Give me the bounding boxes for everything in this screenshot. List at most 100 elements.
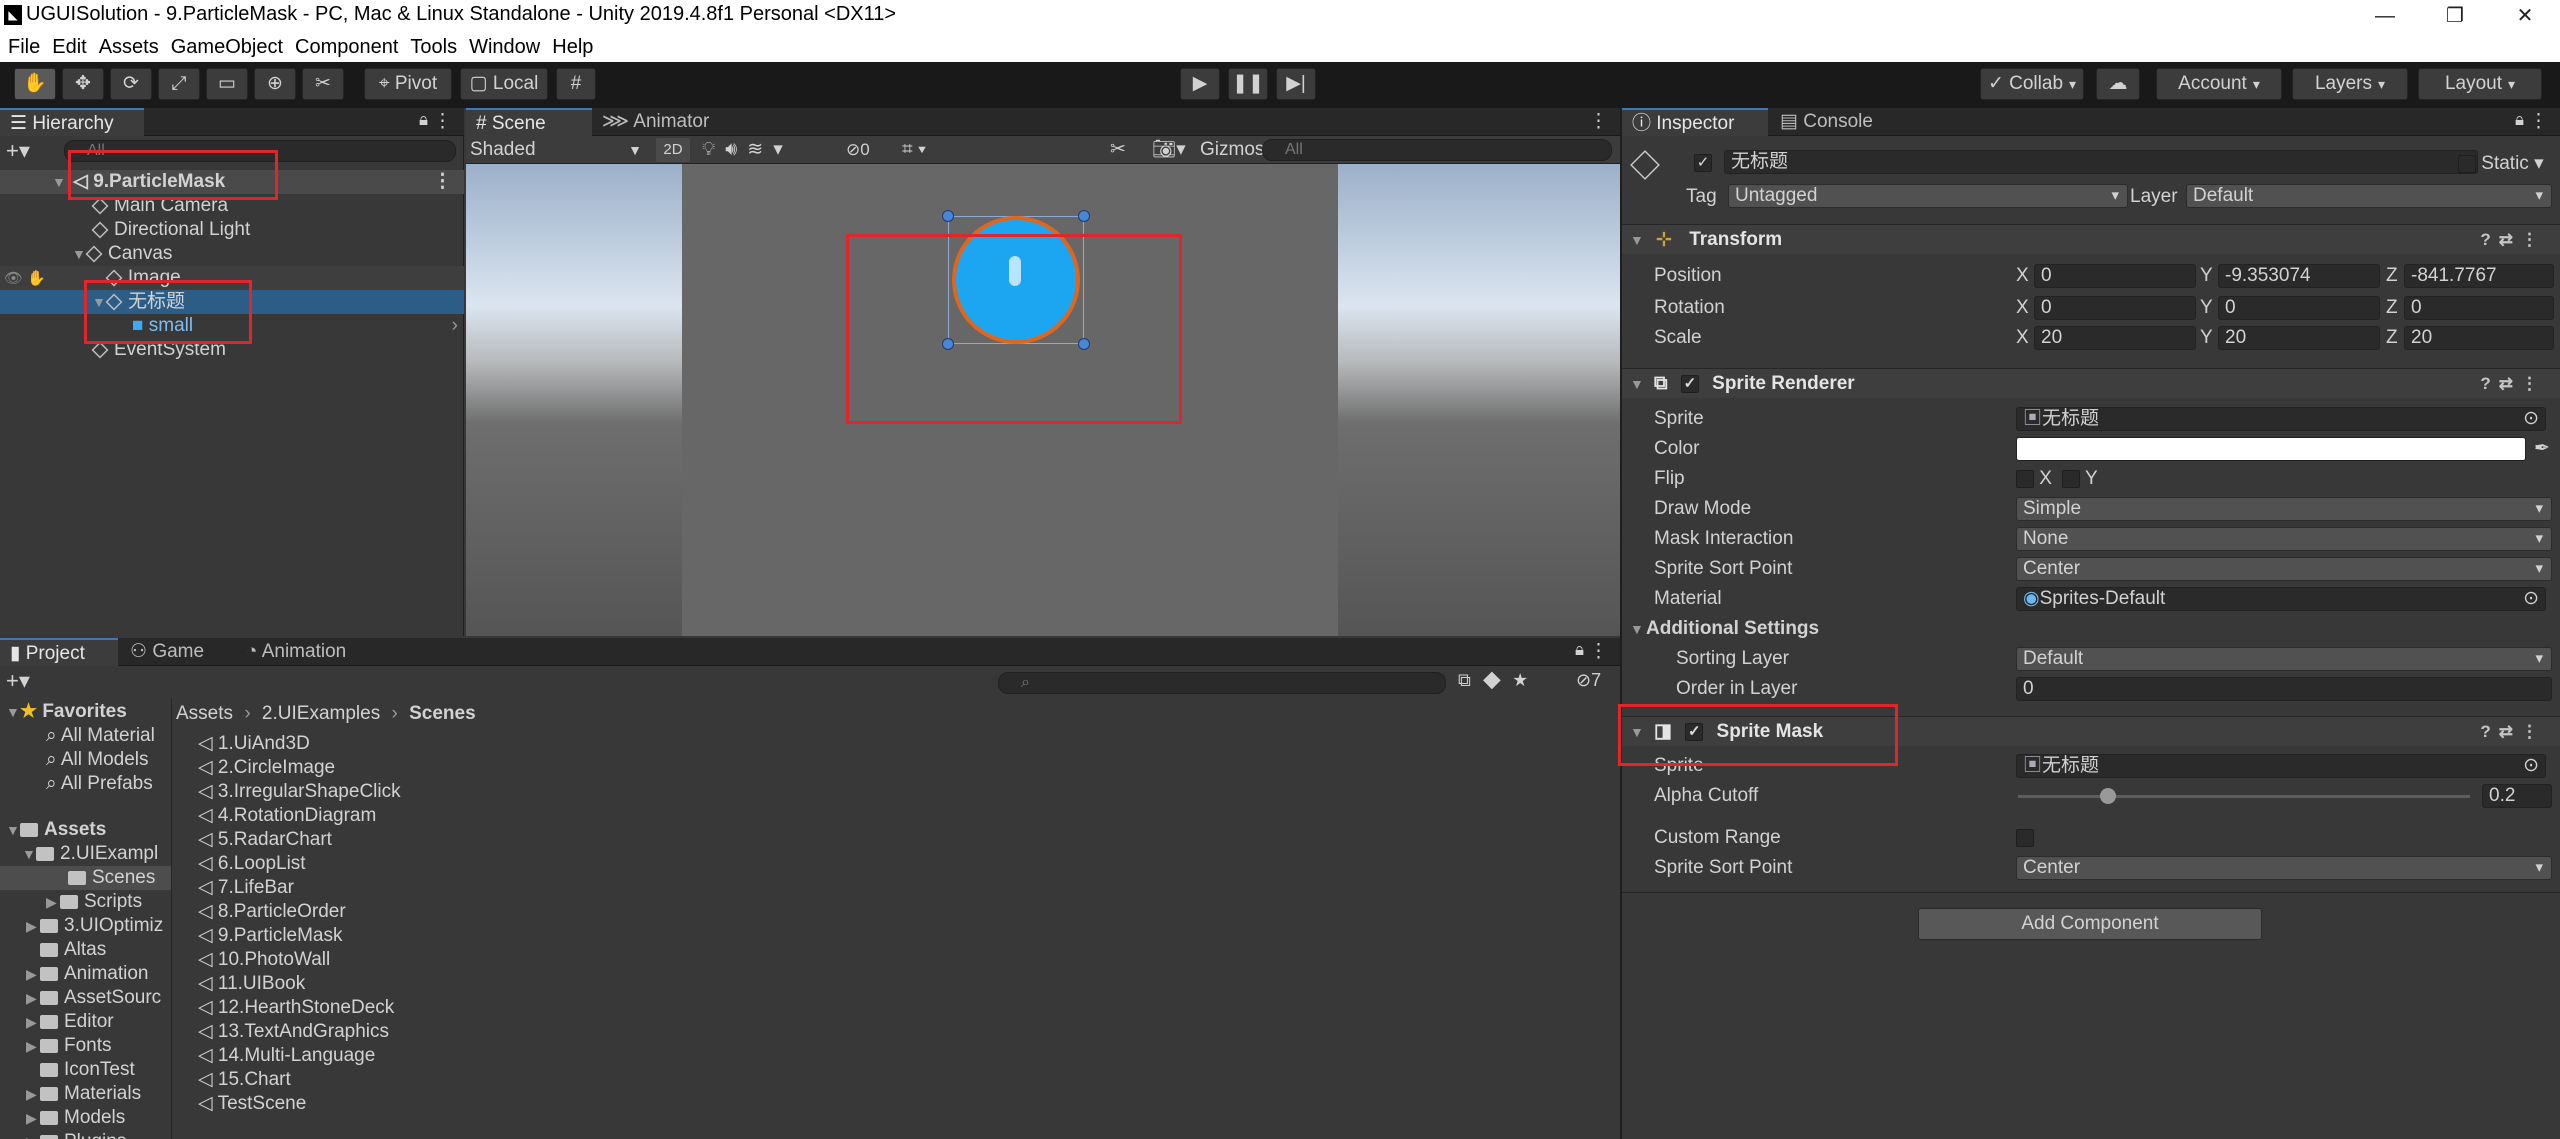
scene-file-item[interactable]: ◁ 12.HearthStoneDeck [198, 996, 394, 1020]
favorite-all-prefabs[interactable]: ⌕ All Prefabs [46, 772, 153, 796]
breadcrumb-item[interactable]: 2.UIExamples [262, 703, 380, 724]
transform-header[interactable]: ▼ ⊹ Transform ?⇄⋮ [1622, 224, 2560, 254]
sprite-renderer-enabled-checkbox[interactable]: ✓ [1680, 374, 1699, 393]
draw-mode-dropdown[interactable]: Simple [2016, 497, 2552, 521]
rotation-y-field[interactable]: 0 [2218, 296, 2380, 320]
scene-file-item[interactable]: ◁ 5.RadarChart [198, 828, 332, 852]
layout-dropdown[interactable]: Layout [2418, 68, 2542, 100]
scene-file-item[interactable]: ◁ 9.ParticleMask [198, 924, 343, 948]
account-dropdown[interactable]: Account [2156, 68, 2282, 100]
custom-range-checkbox[interactable] [2016, 824, 2034, 852]
object-picker-icon[interactable]: ⊙ [2523, 755, 2539, 777]
mask-interaction-dropdown[interactable]: None [2016, 527, 2552, 551]
expand-arrow-icon[interactable]: › [452, 314, 458, 338]
mode-2d-toggle[interactable]: 2D [656, 138, 690, 162]
play-button[interactable]: ▶ [1180, 68, 1220, 100]
menu-assets[interactable]: Assets [99, 32, 159, 62]
add-component-button[interactable]: Add Component [1918, 908, 2262, 940]
position-z-field[interactable]: -841.7767 [2404, 264, 2554, 288]
sprite-renderer-header[interactable]: ▼ ⧉ ✓ Sprite Renderer ?⇄⋮ [1622, 368, 2560, 398]
favorite-all-models[interactable]: ⌕ All Models [46, 748, 149, 772]
lock-icon[interactable]: 🔒︎ [2515, 110, 2524, 130]
scene-file-item[interactable]: ◁ 4.RotationDiagram [198, 804, 376, 828]
tab-hierarchy[interactable]: ☰ Hierarchy [0, 108, 144, 136]
sorting-layer-dropdown[interactable]: Default [2016, 647, 2552, 671]
breadcrumb-item[interactable]: Assets [176, 703, 233, 724]
grid-snap-icon[interactable]: # [556, 68, 596, 100]
tab-game[interactable]: ⚇ Game [120, 638, 228, 666]
project-search-input[interactable]: ⌕ [998, 672, 1446, 694]
folder-row[interactable]: ▶ Materials [26, 1082, 141, 1106]
menu-component[interactable]: Component [295, 32, 398, 62]
folder-row-selected[interactable]: Scenes [0, 866, 171, 890]
shading-dropdown[interactable]: Shaded ▼ [470, 138, 646, 162]
scene-file-item[interactable]: ◁ 15.Chart [198, 1068, 291, 1092]
scene-file-item[interactable]: ◁ 8.ParticleOrder [198, 900, 346, 924]
pause-button[interactable]: ❚❚ [1228, 68, 1268, 100]
menu-gameobject[interactable]: GameObject [171, 32, 283, 62]
position-x-field[interactable]: 0 [2034, 264, 2196, 288]
component-header-icons[interactable]: ?⇄⋮ [2480, 369, 2546, 399]
create-add-icon[interactable]: +▾ [6, 138, 30, 164]
collapse-icon[interactable]: ▼ [72, 242, 86, 266]
menu-window[interactable]: Window [469, 32, 540, 62]
scale-x-field[interactable]: 20 [2034, 326, 2196, 350]
additional-settings-row[interactable]: ▼ Additional Settings [1622, 615, 2560, 643]
scale-tool-icon[interactable]: ⤢ [158, 68, 200, 100]
rect-tool-icon[interactable]: ▭ [206, 68, 248, 100]
sm-sort-point-dropdown[interactable]: Center [2016, 856, 2552, 880]
breadcrumb-item[interactable]: Scenes [409, 703, 476, 724]
tab-animation[interactable]: ◔ Animation [236, 638, 376, 666]
close-button[interactable]: ✕ [2490, 0, 2560, 32]
panel-menu-icon[interactable]: ⋮ [1589, 640, 1608, 663]
scene-tools-icon[interactable]: ✂ [1110, 136, 1126, 164]
scene-file-item[interactable]: ◁ 1.UiAnd3D [198, 732, 310, 756]
alpha-cutoff-field[interactable]: 0.2 [2482, 784, 2552, 808]
scene-file-item[interactable]: ◁ 6.LoopList [198, 852, 306, 876]
minimize-button[interactable]: — [2350, 0, 2420, 32]
scene-menu-icon[interactable]: ⋮ [433, 170, 452, 194]
scene-file-item[interactable]: ◁ 7.LifeBar [198, 876, 294, 900]
layer-dropdown[interactable]: Default [2186, 184, 2552, 208]
tab-project[interactable]: ▮ Project [0, 638, 118, 666]
move-tool-icon[interactable]: ✥ [62, 68, 104, 100]
scene-search-input[interactable]: All [1262, 139, 1612, 161]
flip-y-toggle[interactable]: Y [2062, 465, 2098, 493]
favorite-all-materials[interactable]: ⌕ All Material [46, 724, 155, 748]
object-name-field[interactable]: 无标题 [1724, 150, 2478, 174]
hierarchy-item-directional-light[interactable]: Directional Light [0, 218, 464, 242]
scene-file-item[interactable]: ◁ 2.CircleImage [198, 756, 335, 780]
hierarchy-item-canvas[interactable]: ▼ Canvas [0, 242, 464, 266]
rotation-z-field[interactable]: 0 [2404, 296, 2554, 320]
maximize-button[interactable]: ❐ [2420, 0, 2490, 32]
menu-help[interactable]: Help [552, 32, 593, 62]
folder-row[interactable]: IconTest [26, 1058, 135, 1082]
scene-file-item[interactable]: ◁ 14.Multi-Language [198, 1044, 375, 1068]
scene-file-item[interactable]: ◁ 13.TextAndGraphics [198, 1020, 389, 1044]
handle-top-left-icon[interactable] [942, 210, 954, 222]
folder-row[interactable]: ▶Plugins [26, 1130, 126, 1139]
collab-dropdown[interactable]: ✓ Collab [1980, 68, 2084, 100]
scene-file-item[interactable]: ◁ TestScene [198, 1092, 306, 1116]
panel-menu-icon[interactable]: ⋮ [433, 110, 452, 133]
eyedropper-icon[interactable]: ✒ [2534, 435, 2550, 463]
scene-file-item[interactable]: ◁ 3.IrregularShapeClick [198, 780, 401, 804]
tab-animator[interactable]: ⋙ Animator [592, 108, 752, 136]
cloud-icon[interactable]: ☁ [2096, 68, 2140, 100]
scale-z-field[interactable]: 20 [2404, 326, 2554, 350]
object-picker-icon[interactable]: ⊙ [2523, 588, 2539, 610]
pivot-toggle[interactable]: ⌖ Pivot [364, 68, 452, 100]
flip-x-toggle[interactable]: X [2016, 465, 2052, 493]
menu-edit[interactable]: Edit [52, 32, 86, 62]
favorites-row[interactable]: ▼★ Favorites [0, 700, 127, 724]
transform-tool-icon[interactable]: ⊕ [254, 68, 296, 100]
alpha-slider-thumb[interactable] [2100, 788, 2117, 804]
handle-top-right-icon[interactable] [1078, 210, 1090, 222]
tag-dropdown[interactable]: Untagged [1728, 184, 2128, 208]
object-picker-icon[interactable]: ⊙ [2523, 408, 2539, 430]
collapse-icon[interactable]: ▼ [52, 170, 66, 194]
position-y-field[interactable]: -9.353074 [2218, 264, 2380, 288]
static-toggle[interactable]: Static ▾ [2458, 152, 2544, 175]
grid-toggle-icon[interactable]: ⌗ ▾ [902, 136, 926, 164]
folder-row[interactable]: ▶ Models [26, 1106, 125, 1130]
